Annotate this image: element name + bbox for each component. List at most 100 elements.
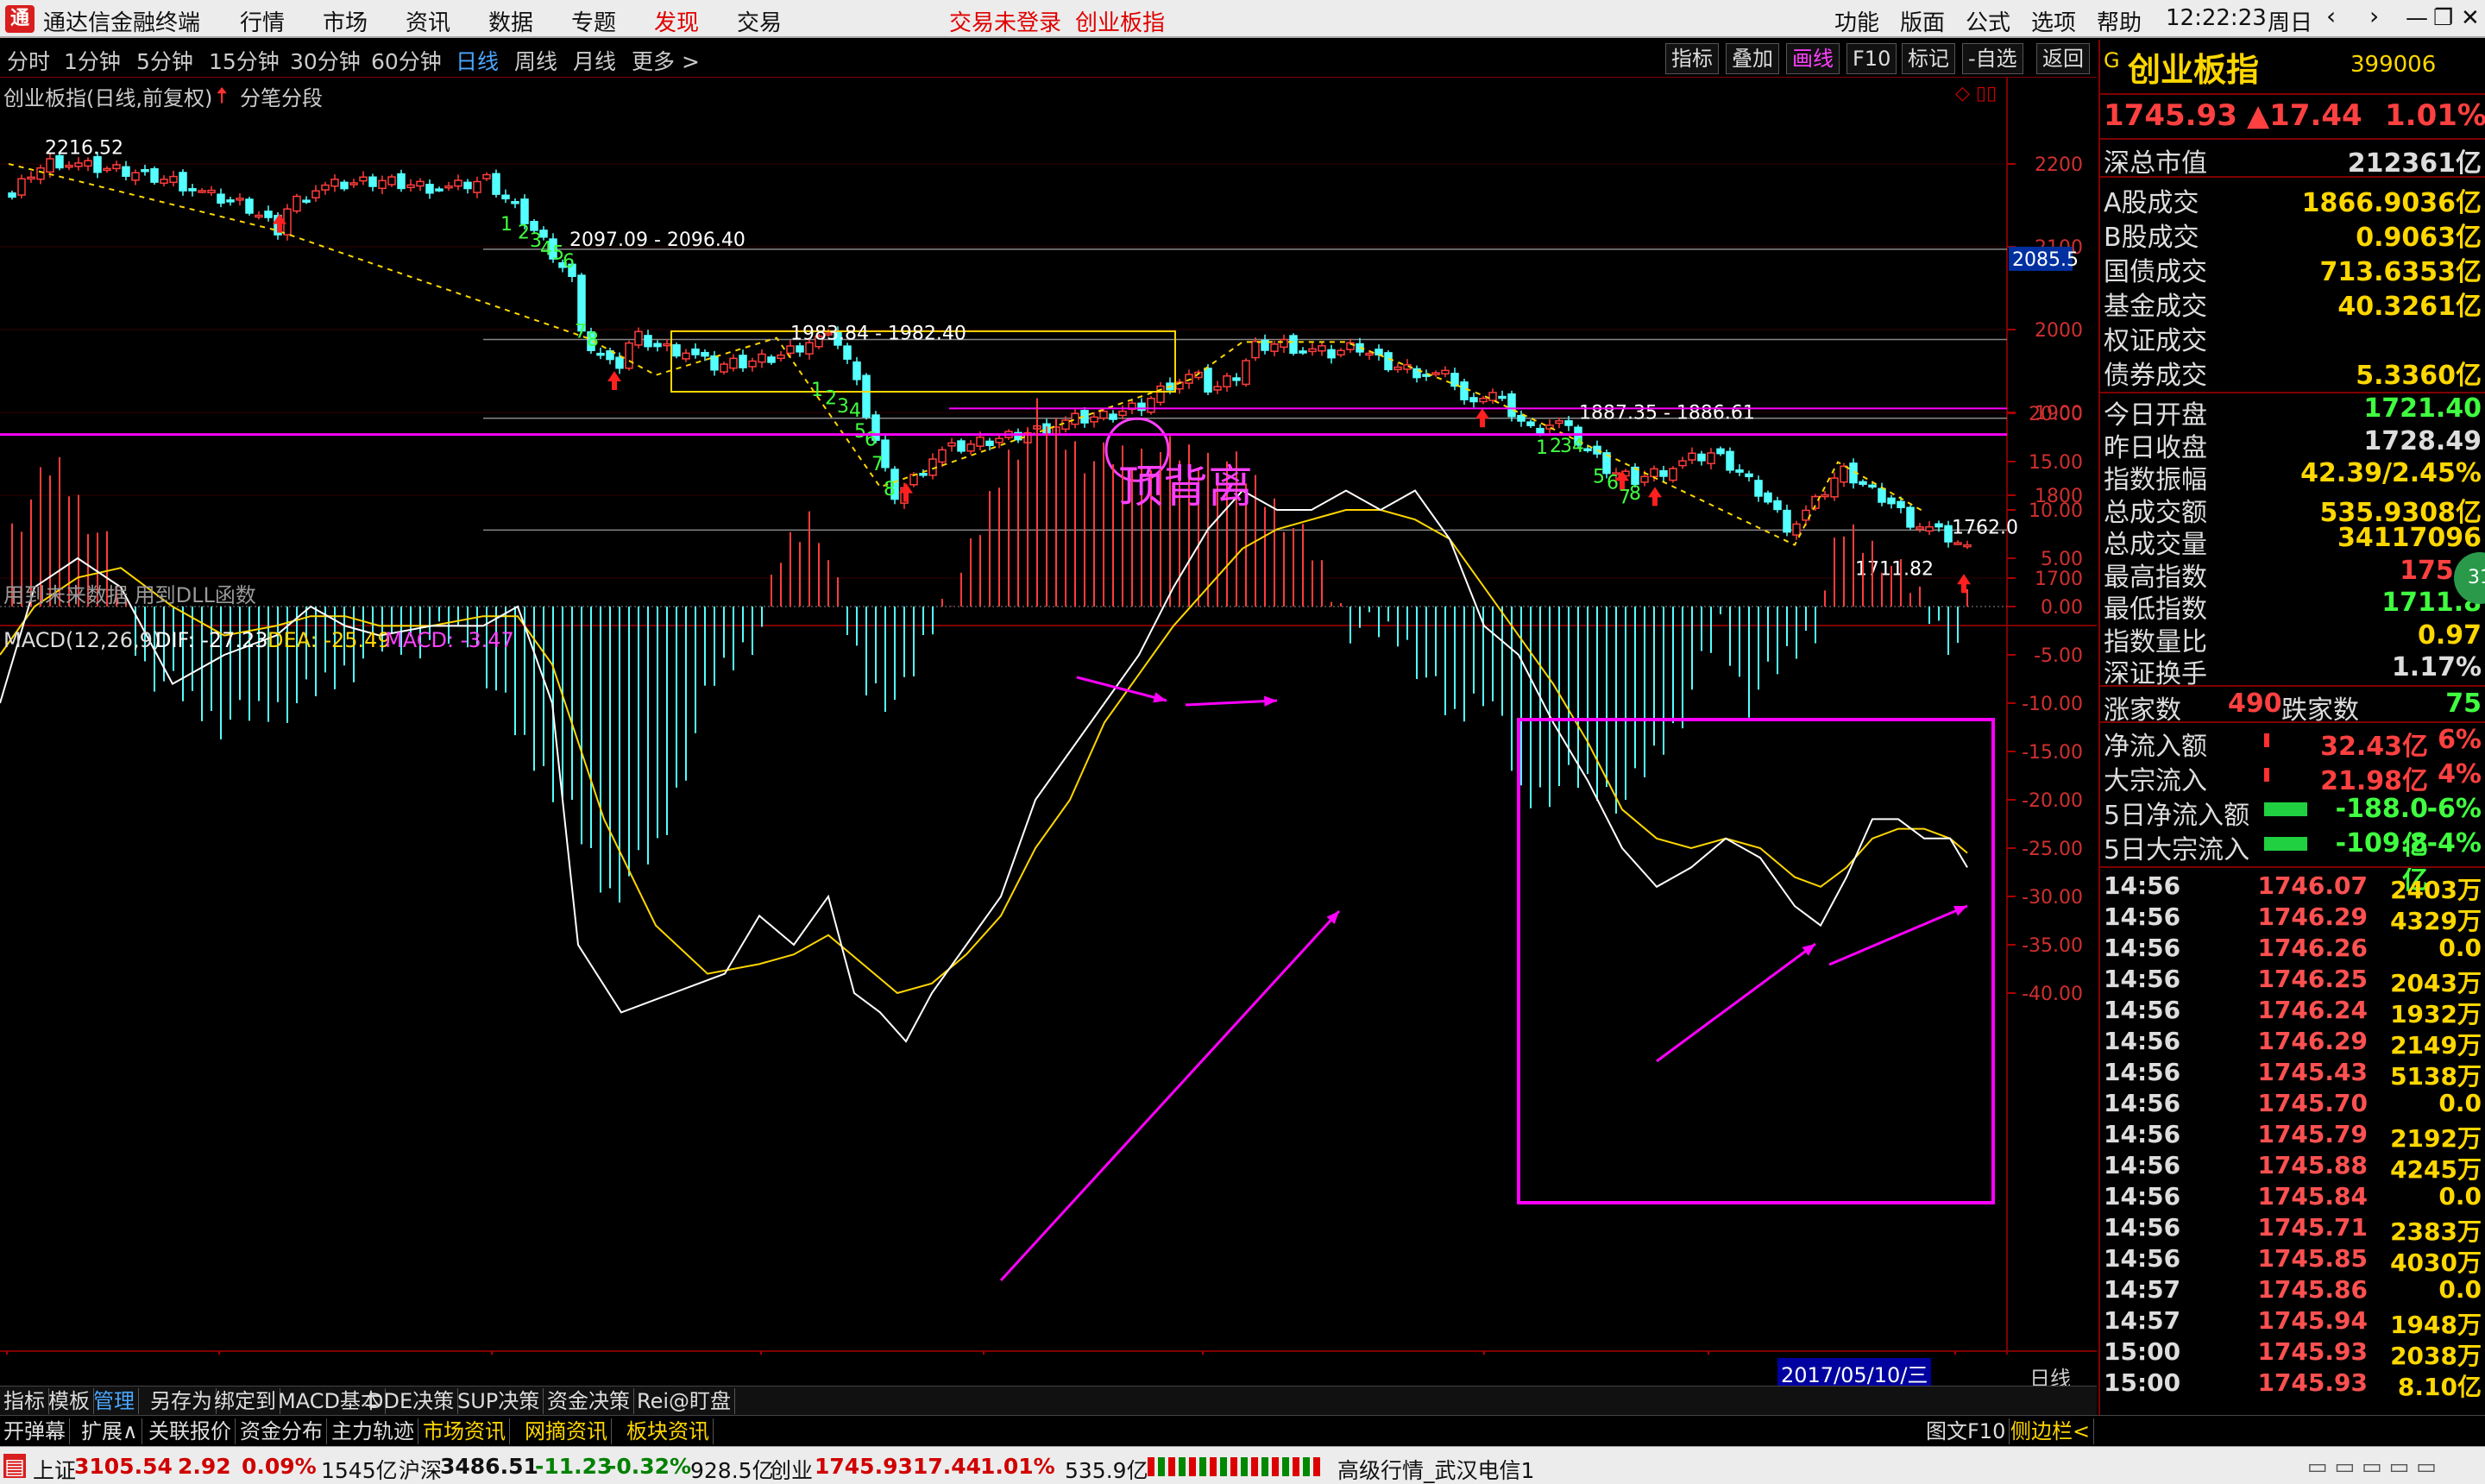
tool-indicator-button[interactable]: 指标 (1665, 43, 1719, 74)
candle-body (1299, 350, 1307, 354)
stat-label: 基金成交 (2104, 292, 2207, 322)
tick-price: 1746.24 (2257, 996, 2368, 1024)
menu-function[interactable]: 功能 (1834, 5, 1879, 37)
candle-body (255, 214, 263, 218)
candle-body (1726, 450, 1734, 471)
macd-tick-label: 15.00 (2029, 452, 2083, 474)
chart-subtitle: 分笔分段 (240, 86, 323, 110)
tool-f10-button[interactable]: F10 (1846, 43, 1897, 74)
tool-watchlist-button[interactable]: -自选 (1962, 43, 2023, 74)
status-window-icons[interactable]: ▭ ▭ ▭ ▭ ▭ (2307, 1454, 2437, 1479)
status-menu-icon[interactable]: ▤ (3, 1454, 26, 1479)
close-icon[interactable]: ✕ (2461, 5, 2480, 31)
sidebar-tab[interactable]: 侧边栏< (2007, 1418, 2095, 1444)
stat-row: 权证成交 (2100, 319, 2485, 356)
server-label: 高级行情_武汉电信1 (1337, 1458, 1535, 1483)
tick-price: 1745.86 (2257, 1275, 2368, 1304)
candle-body (1745, 473, 1753, 478)
menu-topics[interactable]: 专题 (571, 5, 616, 37)
period-30min[interactable]: 30分钟 (290, 45, 361, 76)
menu-quotes[interactable]: 行情 (240, 5, 285, 37)
candle-body (150, 168, 159, 183)
candle-body (36, 167, 45, 180)
period-5min[interactable]: 5分钟 (136, 45, 193, 76)
price-tick-label: 2200 (2035, 154, 2083, 176)
info-tab[interactable]: 板块资讯 (623, 1418, 714, 1444)
candle-body (1583, 448, 1592, 451)
tool-mark-button[interactable]: 标记 (1902, 43, 1955, 74)
candle-body (1232, 377, 1241, 381)
wave-count-label: 7 (871, 454, 884, 475)
candle-body (1897, 500, 1905, 508)
menu-layout[interactable]: 版面 (1900, 5, 1945, 37)
indicator-tab[interactable]: SUP决策 (454, 1388, 544, 1414)
candle-body (141, 168, 149, 173)
period-weekly[interactable]: 周线 (514, 45, 557, 76)
candle-body (520, 198, 529, 224)
period-monthly[interactable]: 月线 (573, 45, 616, 76)
cy-price: 1745.93 (815, 1454, 913, 1479)
info-tab[interactable]: 市场资讯 (419, 1418, 510, 1444)
tick-time: 14:56 (2104, 1120, 2181, 1148)
candle-body (653, 343, 662, 348)
indicator-tab[interactable]: 模板 (45, 1388, 94, 1414)
divergence-label: 顶背离 (1118, 462, 1254, 513)
indicator-tab[interactable]: 指标 (0, 1388, 49, 1414)
candle-body (720, 363, 728, 373)
menu-news[interactable]: 资讯 (406, 5, 450, 37)
hs-price: 3486.51 (440, 1454, 538, 1479)
candle-body (852, 361, 861, 380)
restore-icon[interactable]: ❐ (2433, 5, 2453, 31)
tool-overlay-button[interactable]: 叠加 (1726, 43, 1779, 74)
info-tab[interactable]: 主力轨迹 (328, 1418, 418, 1444)
menu-market[interactable]: 市场 (323, 5, 368, 37)
back-arrow-icon[interactable]: ‹ (2326, 2, 2336, 30)
minimize-icon[interactable]: — (2406, 5, 2428, 31)
candle-body (1213, 386, 1222, 391)
menu-help[interactable]: 帮助 (2097, 5, 2142, 37)
indicator-tab[interactable]: Rei@盯盘 (633, 1388, 736, 1414)
info-tab[interactable]: 关联报价 (145, 1418, 236, 1444)
indicator-tab[interactable]: DDE决策 (364, 1388, 459, 1414)
period-1min[interactable]: 1分钟 (64, 45, 121, 76)
menu-discover[interactable]: 发现 (654, 5, 699, 37)
candle-body (103, 167, 111, 172)
menu-data[interactable]: 数据 (488, 5, 533, 37)
candle-body (985, 440, 994, 447)
period-more[interactable]: 更多 > (632, 45, 700, 76)
tool-draw-button[interactable]: 画线 (1786, 43, 1840, 74)
menu-trade[interactable]: 交易 (737, 5, 782, 37)
tick-volume: 0.0 (2438, 1275, 2482, 1304)
flow-pct: 4% (2438, 759, 2482, 789)
indicator-tab[interactable]: 管理 (90, 1388, 139, 1414)
info-tab[interactable]: 网摘资讯 (521, 1418, 612, 1444)
f10-tab[interactable]: 图文F10 (1922, 1418, 2010, 1444)
menu-options[interactable]: 选项 (2031, 5, 2076, 37)
app-logo-icon: 通 (5, 5, 35, 33)
info-tab[interactable]: 资金分布 (236, 1418, 327, 1444)
macd-tick-label: -5.00 (2034, 645, 2083, 667)
period-15min[interactable]: 15分钟 (209, 45, 280, 76)
login-status-link[interactable]: 交易未登录 (949, 5, 1061, 37)
tick-row: 14:56 1745.43 5138万 (2100, 1058, 2485, 1091)
candle-body (1859, 481, 1867, 485)
indicator-tab[interactable]: 另存为 (147, 1388, 217, 1414)
clock-time: 12:22:23 (2166, 5, 2267, 31)
period-60min[interactable]: 60分钟 (371, 45, 442, 76)
info-tab[interactable]: 扩展∧ (78, 1418, 142, 1444)
candle-body (767, 356, 776, 363)
period-daily[interactable]: 日线 (456, 45, 499, 76)
chart-option-icon[interactable]: ◇ ▯▯ (1955, 83, 1997, 104)
info-tab[interactable]: 开弹幕 (0, 1418, 70, 1444)
candle-body (596, 352, 605, 356)
tick-volume: 5138万 (2390, 1062, 2482, 1091)
forward-arrow-icon[interactable]: › (2369, 2, 2379, 30)
chart-area[interactable]: 2200210020001900180017002085.52216.52209… (0, 78, 2097, 1391)
period-tick[interactable]: 分时 (7, 45, 50, 76)
candle-body (758, 353, 766, 363)
menu-formula[interactable]: 公式 (1966, 5, 2010, 37)
indicator-tab[interactable]: 绑定到 (211, 1388, 280, 1414)
indicator-tab[interactable]: 资金决策 (544, 1388, 634, 1414)
candlestick-macd-svg[interactable]: 2200210020001900180017002085.52216.52209… (0, 78, 2097, 1380)
tool-back-button[interactable]: 返回 (2036, 43, 2090, 74)
